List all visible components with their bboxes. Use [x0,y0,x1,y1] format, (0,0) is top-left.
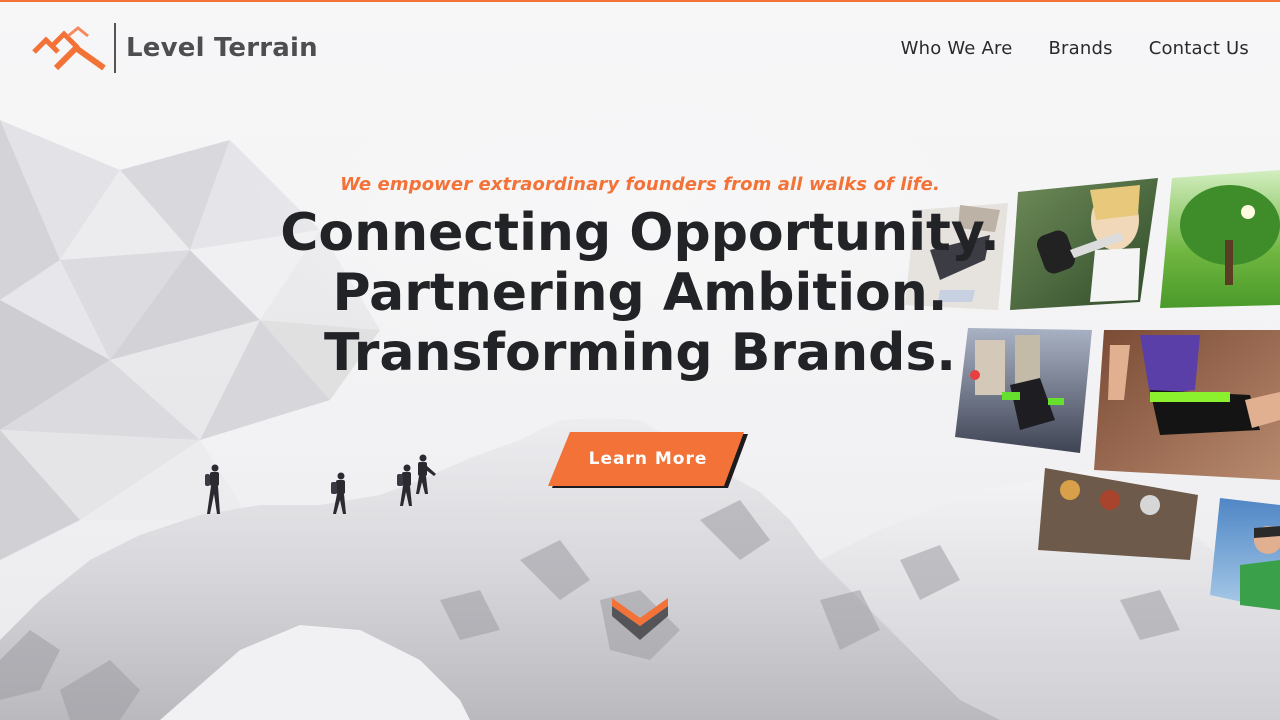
learn-more-label: Learn More [588,449,708,469]
nav-brands[interactable]: Brands [1048,38,1112,59]
nav-contact-us[interactable]: Contact Us [1149,38,1249,59]
site-header: Level Terrain Who We Are Brands Contact … [0,2,1280,94]
headline-line-1: Connecting Opportunity. [280,203,1000,263]
headline-line-3: Transforming Brands. [323,323,957,383]
mountain-logo-icon [32,26,106,70]
top-accent-bar [0,0,1280,2]
logo-link[interactable]: Level Terrain [32,22,318,74]
main-nav: Who We Are Brands Contact Us [901,38,1249,59]
logo-divider [114,23,116,73]
headline-line-2: Partnering Ambition. [332,263,948,323]
nav-who-we-are[interactable]: Who We Are [901,38,1013,59]
learn-more-button[interactable]: Learn More [548,432,748,488]
hero-headline: Connecting Opportunity. Partnering Ambit… [0,203,1280,383]
page: Level Terrain Who We Are Brands Contact … [0,0,1280,720]
chevron-down-icon[interactable] [610,596,670,642]
photo-crowd [1038,468,1198,560]
logo-text: Level Terrain [126,33,318,63]
hero-tagline: We empower extraordinary founders from a… [340,174,940,195]
photo-runner-cap [1210,498,1280,610]
hero-section: We empower extraordinary founders from a… [0,174,1280,383]
